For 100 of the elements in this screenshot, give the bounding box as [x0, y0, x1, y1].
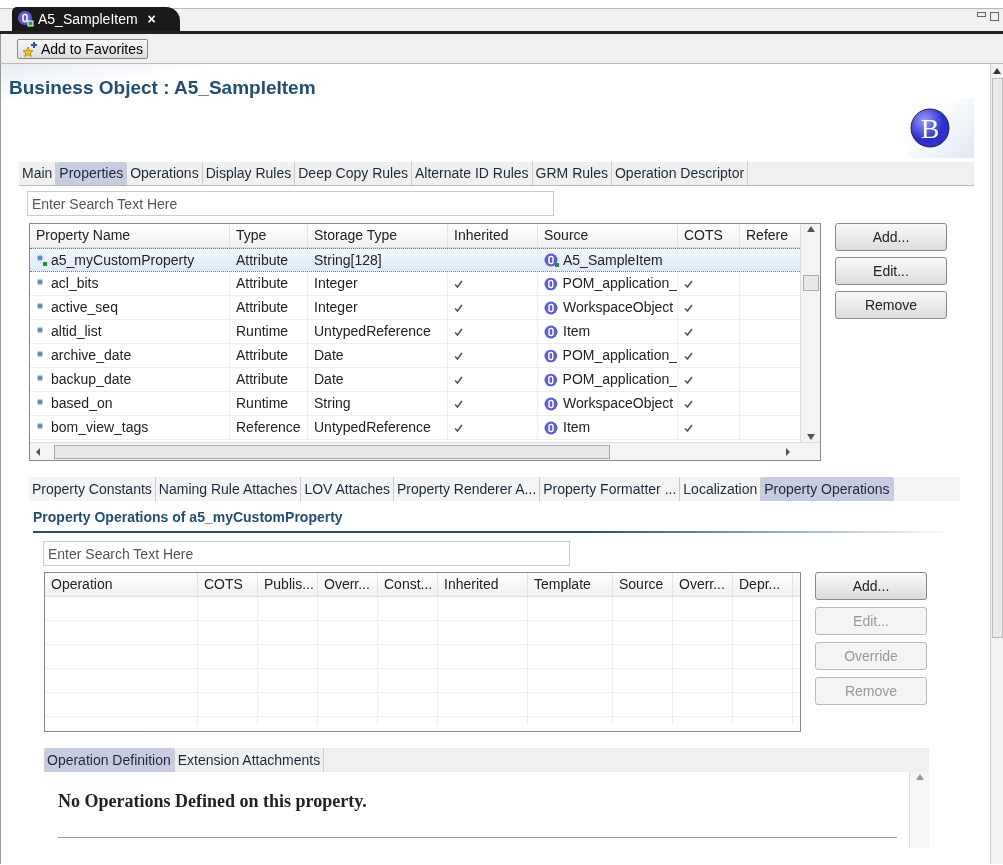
column-header[interactable]: Type — [230, 224, 308, 247]
column-header[interactable]: Inherited — [438, 573, 528, 596]
side-button[interactable]: Edit... — [835, 257, 947, 285]
editor-tab[interactable]: A5_SampleItem × — [12, 7, 180, 31]
table-cell-text: Item — [563, 322, 591, 341]
tab[interactable]: Property Formatter ... — [540, 477, 681, 501]
table-cell-text: UntypedReference — [314, 418, 431, 437]
column-header[interactable]: Template — [528, 573, 613, 596]
table-cell-text: Item — [563, 418, 591, 437]
custom-class-icon — [544, 253, 559, 267]
scrollbar-thumb[interactable] — [54, 444, 610, 459]
class-icon — [544, 348, 559, 363]
column-header[interactable]: COTS — [198, 573, 258, 596]
column-header[interactable]: Overr... — [318, 573, 378, 596]
table-row[interactable]: based_on Runtime String WorkspaceObject — [30, 392, 801, 416]
search-field[interactable]: Enter Search Text Here — [43, 541, 570, 566]
column-header[interactable]: Source — [613, 573, 673, 596]
tab[interactable]: Operation Descriptor — [611, 162, 749, 185]
table-cell-text: based_on — [51, 394, 113, 413]
table-cell-text: a5_myCustomProperty — [51, 250, 195, 270]
table-row[interactable]: backup_date Attribute Date POM_application_ — [30, 368, 801, 392]
add-to-favorites-button[interactable]: Add to Favorites — [17, 38, 148, 59]
table-cell-text: active_seq — [51, 298, 118, 317]
table-cell-text: String[128] — [314, 250, 382, 270]
vertical-scrollbar[interactable] — [800, 224, 820, 442]
scrollbar-thumb[interactable] — [991, 78, 1003, 638]
close-icon[interactable]: × — [147, 8, 156, 30]
table-row[interactable]: acl_bits Attribute Integer POM_application_ — [30, 272, 801, 296]
business-object-icon — [18, 11, 34, 27]
tab[interactable]: Alternate ID Rules — [412, 162, 533, 185]
maximize-icon[interactable] — [990, 12, 999, 21]
table-cell-text: acl_bits — [51, 274, 99, 293]
table-cell-text: Attribute — [236, 250, 289, 270]
class-icon — [544, 372, 559, 387]
column-header[interactable]: Const... — [378, 573, 438, 596]
page-title: Business Object : A5_SampleItem — [9, 76, 317, 98]
side-button[interactable]: Remove — [835, 291, 947, 319]
down-arrow-icon[interactable] — [806, 434, 815, 440]
minimize-icon[interactable] — [977, 12, 986, 17]
table-cell-text: A5_SampleItem — [563, 250, 663, 270]
column-header[interactable]: Source — [538, 224, 678, 247]
tab[interactable]: LOV Attaches — [301, 477, 394, 501]
column-header[interactable]: Overr... — [673, 573, 733, 596]
class-icon — [544, 276, 559, 291]
section-heading: Property Operations of a5_myCustomProperty — [33, 507, 950, 533]
table-row[interactable]: altid_list Runtime UntypedReference Item — [30, 320, 801, 344]
tab[interactable]: Property Operations — [761, 477, 894, 501]
table-cell-text: Integer — [314, 274, 358, 293]
tab[interactable]: Properties — [56, 162, 128, 185]
table-row[interactable]: a5_myCustomProperty Attribute String[128] A5_SampleItem — [30, 248, 801, 272]
property-icon — [36, 253, 47, 267]
side-button[interactable]: Add... — [835, 223, 947, 251]
table-row[interactable]: bom_view_tags Reference UntypedReference Item — [30, 416, 801, 440]
scrollbar-thumb[interactable] — [802, 275, 819, 291]
right-arrow-icon[interactable] — [786, 447, 790, 456]
column-header[interactable]: COTS — [678, 224, 740, 247]
tab[interactable]: Operation Definition — [44, 748, 175, 772]
horizontal-scrollbar[interactable] — [30, 442, 820, 460]
table-row[interactable]: active_seq Attribute Integer WorkspaceObject — [30, 296, 801, 320]
table-cell-text: UntypedReference — [314, 322, 431, 341]
column-header[interactable]: Publis... — [258, 573, 318, 596]
class-icon — [544, 324, 559, 339]
class-icon — [544, 420, 559, 435]
table-cell-text: Attribute — [236, 370, 289, 389]
table-cell-text: altid_list — [51, 322, 102, 341]
table-cell-text: Runtime — [236, 394, 289, 413]
table-row[interactable]: archive_date Attribute Date POM_application_ — [30, 344, 801, 368]
table-cell-text: WorkspaceObject — [563, 298, 674, 317]
column-header[interactable]: Property Name — [30, 224, 230, 247]
tab[interactable]: Display Rules — [202, 162, 296, 185]
column-header[interactable]: Depr... — [733, 573, 793, 596]
star-add-icon — [22, 40, 38, 57]
column-header[interactable]: Operation — [45, 573, 198, 596]
up-arrow-icon[interactable] — [806, 226, 815, 232]
table-cell-text: Runtime — [236, 322, 289, 341]
class-icon — [544, 396, 559, 411]
tab[interactable]: Operations — [127, 162, 203, 185]
vertical-scrollbar[interactable] — [990, 64, 1003, 864]
side-button[interactable]: Add... — [815, 572, 927, 600]
table-cell-text: Integer — [314, 298, 358, 317]
table-cell-text: bom_view_tags — [51, 418, 149, 437]
table-cell-text: WorkspaceObject — [563, 394, 674, 413]
up-arrow-icon[interactable] — [993, 68, 1001, 74]
table-cell-text: Attribute — [236, 274, 289, 293]
tab[interactable]: Property Constants — [29, 477, 156, 501]
column-header[interactable]: Storage Type — [308, 224, 448, 247]
table-cell-text: Attribute — [236, 298, 289, 317]
table-cell-text: POM_application_ — [562, 370, 677, 389]
table-cell-text: Date — [314, 346, 344, 365]
editor-tab-title: A5_SampleItem — [38, 9, 138, 29]
table-cell-text: backup_date — [51, 370, 132, 389]
tab[interactable]: Naming Rule Attaches — [155, 477, 302, 501]
column-header[interactable]: Inherited — [448, 224, 538, 247]
tab[interactable]: GRM Rules — [532, 162, 612, 185]
tab[interactable]: Deep Copy Rules — [295, 162, 412, 185]
search-field[interactable]: Enter Search Text Here — [27, 191, 554, 216]
tab[interactable]: Property Renderer A... — [394, 477, 541, 501]
left-arrow-icon[interactable] — [36, 447, 40, 456]
business-object-logo: B — [910, 108, 950, 148]
vertical-scrollbar[interactable] — [909, 772, 929, 848]
